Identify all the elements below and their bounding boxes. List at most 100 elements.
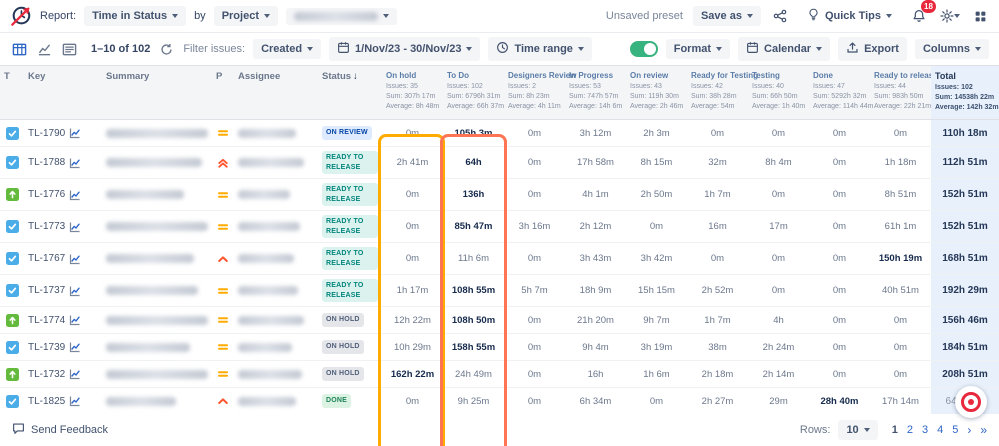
- summary-redacted: [106, 190, 184, 199]
- issue-chart-icon[interactable]: [69, 157, 81, 169]
- refresh-icon[interactable]: [158, 41, 175, 58]
- time-cell-done: 0m: [809, 189, 870, 200]
- unsaved-preset-label: Unsaved preset: [606, 10, 683, 22]
- time-range-select[interactable]: Time range: [488, 37, 592, 61]
- column-header-designers-review[interactable]: Designers ReviewIssues: 2Sum: 8h 23mAver…: [504, 66, 565, 119]
- save-as-button[interactable]: Save as: [693, 6, 761, 26]
- column-header-priority[interactable]: P: [212, 66, 234, 119]
- issue-chart-icon[interactable]: [69, 221, 81, 233]
- issue-chart-icon[interactable]: [69, 368, 81, 380]
- filter-issues-label: Filter issues:: [183, 43, 245, 55]
- chevron-down-icon: [864, 428, 870, 432]
- time-cell-in-progress: 4h 1m: [565, 189, 626, 200]
- page-1-current[interactable]: 1: [892, 424, 898, 436]
- time-cell-on-review: 0m: [626, 396, 687, 407]
- time-cell-designers-review: 5h 7m: [504, 285, 565, 296]
- status-badge: READY TO RELEASE: [322, 279, 378, 302]
- time-cell-designers-review: 0m: [504, 157, 565, 168]
- issue-chart-icon[interactable]: [69, 341, 81, 353]
- issue-chart-icon[interactable]: [69, 189, 81, 201]
- next-page-button[interactable]: ›: [967, 423, 971, 437]
- issue-chart-icon[interactable]: [69, 395, 81, 407]
- time-cell-to-do: 9h 25m: [443, 396, 504, 407]
- issue-chart-icon[interactable]: [69, 285, 81, 297]
- time-cell-ready-for-testing: 1h 7m: [687, 315, 748, 326]
- export-button[interactable]: Export: [838, 37, 907, 61]
- column-header-summary[interactable]: Summary: [102, 66, 212, 119]
- page-2-button[interactable]: 2: [907, 424, 913, 436]
- format-select[interactable]: Format: [666, 39, 730, 59]
- filter-created-select[interactable]: Created: [253, 39, 321, 59]
- time-cell-ready-for-testing: 0m: [687, 253, 748, 264]
- last-page-button[interactable]: »: [980, 423, 987, 437]
- issue-key[interactable]: TL-1776: [28, 189, 65, 200]
- quick-tips-button[interactable]: Quick Tips: [799, 4, 900, 28]
- issue-key[interactable]: TL-1739: [28, 342, 65, 353]
- issue-key[interactable]: TL-1767: [28, 253, 65, 264]
- column-header-done[interactable]: DoneIssues: 47Sum: 5292h 32mAverage: 114…: [809, 66, 870, 119]
- page-5-button[interactable]: 5: [952, 424, 958, 436]
- issue-key[interactable]: TL-1774: [28, 315, 65, 326]
- time-cell-to-do: 85h 47m: [443, 221, 504, 232]
- issue-chart-icon[interactable]: [69, 253, 81, 265]
- apps-grid-icon[interactable]: [972, 8, 989, 25]
- total-column-header[interactable]: Total Issues: 102 Sum: 14538h 22m Averag…: [931, 66, 999, 119]
- column-header-on-review[interactable]: On reviewIssues: 43Sum: 119h 30mAverage:…: [626, 66, 687, 119]
- page-4-button[interactable]: 4: [937, 424, 943, 436]
- table-row[interactable]: TL-1739ON HOLD10h 29m158h 55m0m9h 4m3h 1…: [0, 334, 999, 361]
- table-row[interactable]: TL-1773READY TO RELEASE0m85h 47m3h 16m2h…: [0, 211, 999, 243]
- column-header-in-progress[interactable]: In ProgressIssues: 53Sum: 747h 57mAverag…: [565, 66, 626, 119]
- calendar-select[interactable]: Calendar: [738, 37, 830, 61]
- top-bar: Report: Time in Status by Project Unsave…: [0, 0, 999, 33]
- project-select-redacted[interactable]: [286, 8, 397, 25]
- share-icon[interactable]: [771, 7, 789, 25]
- toggle-switch[interactable]: [630, 41, 658, 57]
- columns-select[interactable]: Columns: [915, 39, 989, 59]
- group-by-select[interactable]: Project: [214, 6, 278, 26]
- issue-key[interactable]: TL-1732: [28, 369, 65, 380]
- by-label: by: [194, 10, 206, 22]
- table-view-icon[interactable]: [10, 40, 29, 59]
- issue-key[interactable]: TL-1825: [28, 396, 65, 407]
- column-header-assignee[interactable]: Assignee: [234, 66, 318, 119]
- settings-gear-icon[interactable]: [938, 7, 962, 25]
- column-header-on-hold[interactable]: On holdIssues: 35Sum: 307h 17mAverage: 8…: [382, 66, 443, 119]
- column-header-type[interactable]: T: [0, 66, 24, 119]
- table-row[interactable]: TL-1732ON HOLD162h 22m24h 49m0m16h1h 6m2…: [0, 361, 999, 388]
- notifications-bell-icon[interactable]: 18: [910, 7, 928, 25]
- table-row[interactable]: TL-1767READY TO RELEASE0m11h 6m0m3h 43m3…: [0, 243, 999, 275]
- issue-key[interactable]: TL-1773: [28, 221, 65, 232]
- list-view-icon[interactable]: [60, 40, 79, 59]
- column-header-ready-to-release[interactable]: Ready to releaseIssues: 44Sum: 983h 50mA…: [870, 66, 931, 119]
- column-header-key[interactable]: Key: [24, 66, 102, 119]
- issue-key[interactable]: TL-1788: [28, 157, 65, 168]
- column-header-testing[interactable]: TestingIssues: 40Sum: 66h 50mAverage: 1h…: [748, 66, 809, 119]
- table-row[interactable]: TL-1788READY TO RELEASE2h 41m64h0m17h 58…: [0, 147, 999, 179]
- chevron-down-icon: [716, 47, 722, 51]
- total-cell: 168h 51m: [931, 243, 999, 274]
- time-cell-on-hold: 10h 29m: [382, 342, 443, 353]
- time-cell-to-do: 11h 6m: [443, 253, 504, 264]
- clock-icon: [496, 41, 509, 57]
- column-header-to-do[interactable]: To DoIssues: 102Sum: 6796h 31mAverage: 6…: [443, 66, 504, 119]
- product-tour-bullseye-button[interactable]: [955, 386, 987, 418]
- date-range-select[interactable]: 1/Nov/23 - 30/Nov/23: [329, 37, 480, 61]
- send-feedback-button[interactable]: Send Feedback: [12, 422, 108, 438]
- table-row[interactable]: TL-1737READY TO RELEASE1h 17m108h 55m5h …: [0, 275, 999, 307]
- issue-key[interactable]: TL-1737: [28, 285, 65, 296]
- app-logo-icon: [10, 5, 32, 27]
- page-3-button[interactable]: 3: [922, 424, 928, 436]
- report-type-select[interactable]: Time in Status: [84, 6, 186, 26]
- table-row[interactable]: TL-1790ON REVIEW0m105h 3m0m3h 12m2h 3m0m…: [0, 120, 999, 147]
- issue-chart-icon[interactable]: [69, 127, 81, 139]
- table-row[interactable]: TL-1774ON HOLD12h 22m108h 50m0m21h 20m9h…: [0, 307, 999, 334]
- column-header-ready-for-testing[interactable]: Ready for TestingIssues: 42Sum: 38h 28mA…: [687, 66, 748, 119]
- issue-key[interactable]: TL-1790: [28, 128, 65, 139]
- table-row[interactable]: TL-1776READY TO RELEASE0m136h0m4h 1m2h 5…: [0, 179, 999, 211]
- column-header-status[interactable]: Status↓: [318, 66, 382, 119]
- issue-chart-icon[interactable]: [69, 314, 81, 326]
- chevron-down-icon: [172, 14, 178, 18]
- table-row[interactable]: TL-1825DONE0m9h 25m0m6h 34m0m2h 27m29m28…: [0, 388, 999, 415]
- chart-view-icon[interactable]: [35, 40, 54, 59]
- rows-per-page-select[interactable]: 10: [838, 420, 877, 440]
